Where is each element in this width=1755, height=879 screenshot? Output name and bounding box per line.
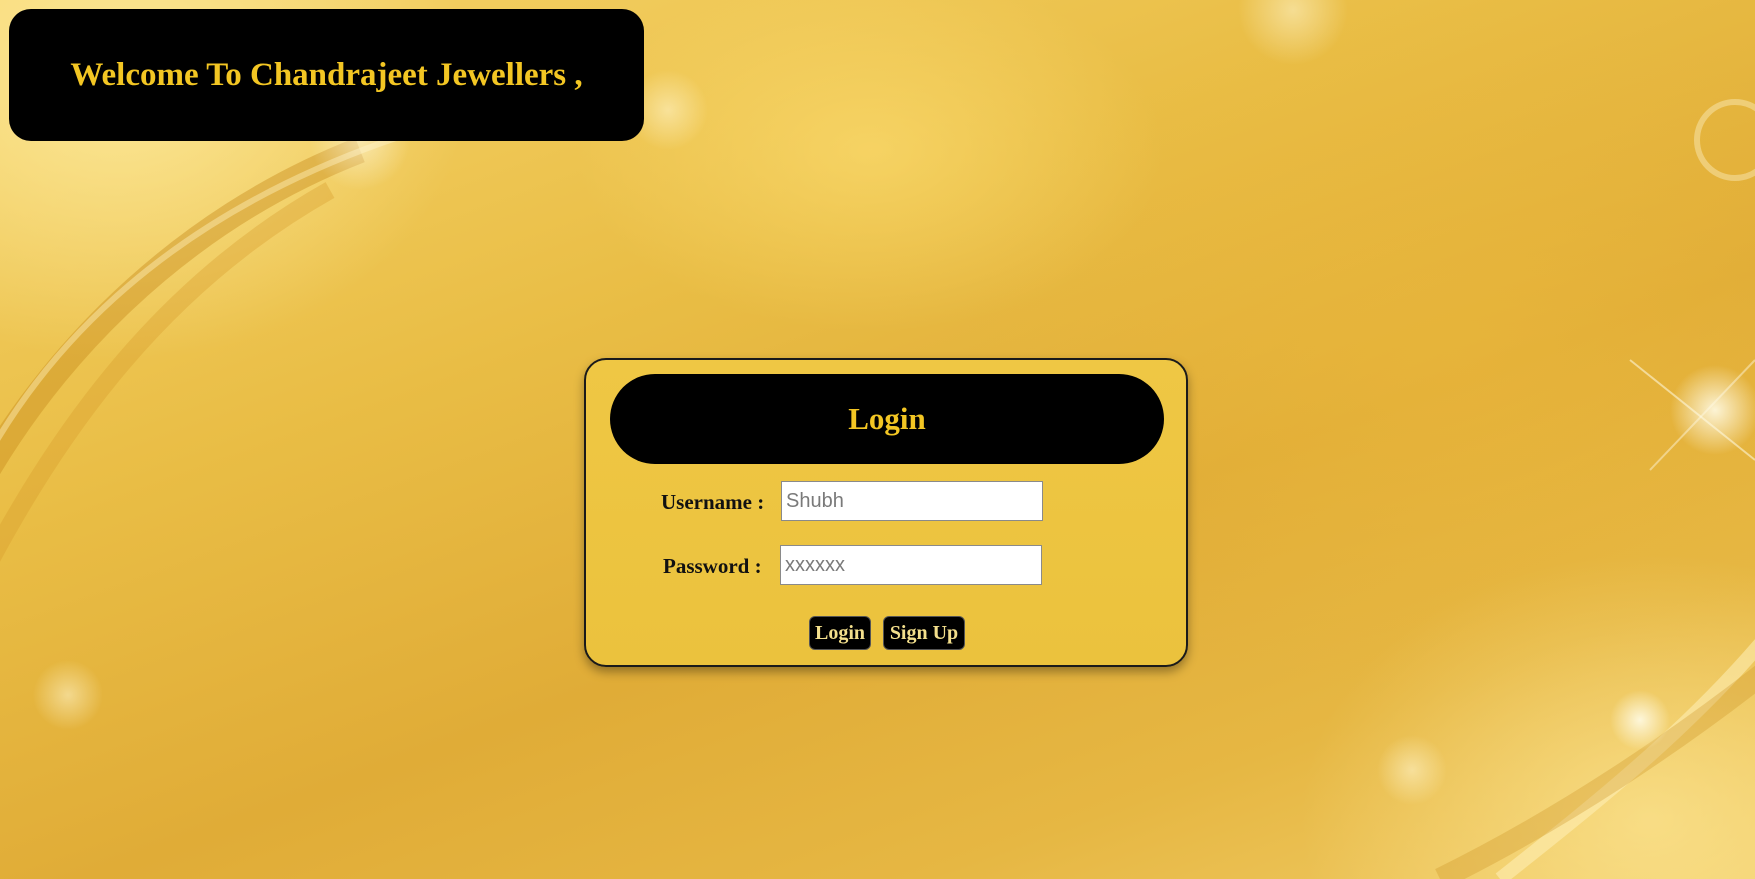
- login-button[interactable]: Login: [809, 616, 871, 650]
- welcome-text: Welcome To Chandrajeet Jewellers ,: [70, 56, 583, 93]
- login-title: Login: [848, 401, 926, 436]
- username-label: Username :: [661, 490, 765, 514]
- password-input[interactable]: [780, 545, 1042, 585]
- signup-button[interactable]: Sign Up: [883, 616, 965, 650]
- password-label: Password :: [663, 554, 762, 578]
- welcome-banner: Welcome To Chandrajeet Jewellers ,: [9, 9, 644, 141]
- username-input[interactable]: [781, 481, 1043, 521]
- login-header: Login: [610, 374, 1164, 464]
- login-card: Login Username : Password : Login Sign U…: [584, 358, 1188, 667]
